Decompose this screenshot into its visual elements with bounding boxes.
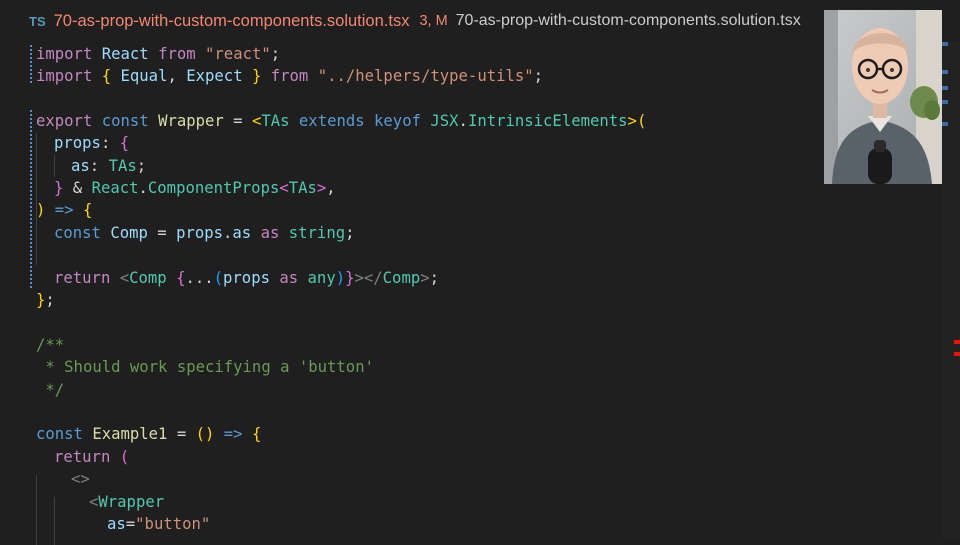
typescript-file-icon: TS bbox=[29, 13, 46, 29]
git-modified-gutter bbox=[30, 110, 32, 288]
overview-ruler-mark bbox=[942, 42, 948, 46]
vertical-scrollbar[interactable] bbox=[942, 42, 960, 540]
editor-tab-bar: TS 70-as-prop-with-custom-components.sol… bbox=[0, 0, 960, 42]
code-line: <> bbox=[71, 470, 90, 488]
overview-ruler-mark bbox=[942, 122, 948, 126]
presenter-webcam-overlay bbox=[824, 10, 942, 184]
tab-problem-count: 3, M bbox=[419, 13, 448, 29]
active-tab-filename[interactable]: 70-as-prop-with-custom-components.soluti… bbox=[54, 12, 410, 31]
code-line: }; bbox=[36, 291, 55, 309]
overview-ruler-error bbox=[954, 340, 960, 344]
code-line: } & React.ComponentProps<TAs>, bbox=[54, 179, 336, 197]
code-comment: */ bbox=[36, 381, 65, 399]
breadcrumb-file[interactable]: 70-as-prop-with-custom-components.soluti… bbox=[456, 12, 801, 30]
indent-guide bbox=[36, 475, 37, 545]
code-line: import React from "react"; bbox=[36, 45, 281, 63]
indent-guide bbox=[54, 497, 55, 545]
code-line: props: { bbox=[54, 134, 130, 152]
code-line: as="button" bbox=[107, 515, 211, 533]
code-line: return ( bbox=[54, 448, 130, 466]
code-line: return <Comp {...(props as any)}></Comp>… bbox=[54, 269, 440, 287]
overview-ruler-mark bbox=[942, 100, 948, 104]
code-line: export const Wrapper = <TAs extends keyo… bbox=[36, 112, 647, 130]
git-modified-gutter bbox=[30, 45, 32, 85]
code-line: const Example1 = () => { bbox=[36, 425, 262, 443]
code-editor[interactable]: import React from "react"; import { Equa… bbox=[0, 43, 942, 545]
overview-ruler-mark bbox=[942, 70, 948, 74]
overview-ruler-mark bbox=[942, 86, 948, 90]
code-line: ) => { bbox=[36, 201, 93, 219]
code-line: const Comp = props.as as string; bbox=[54, 224, 355, 242]
indent-guide bbox=[54, 155, 55, 177]
overview-ruler-error bbox=[954, 352, 960, 356]
code-line: import { Equal, Expect } from "../helper… bbox=[36, 67, 544, 85]
code-comment: * Should work specifying a 'button' bbox=[36, 358, 374, 376]
code-line: <Wrapper bbox=[89, 493, 165, 511]
code-line: as: TAs; bbox=[71, 157, 147, 175]
code-comment: /** bbox=[36, 336, 65, 354]
